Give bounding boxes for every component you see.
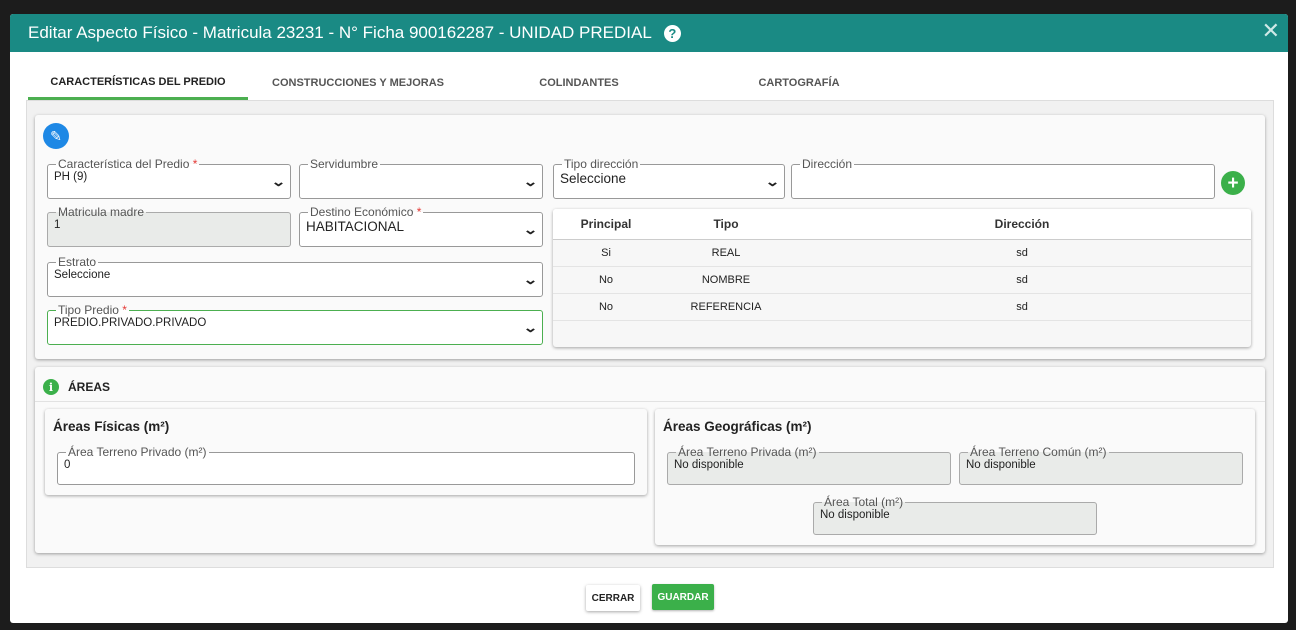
area-terreno-privado-label: Área Terreno Privado (m²) (68, 445, 207, 459)
chevron-down-icon: ⌄ (522, 222, 539, 237)
area-terreno-comun-value: No disponible (966, 459, 1036, 471)
table-row[interactable]: Si REAL sd (553, 239, 1251, 267)
direccion-value (796, 169, 1210, 171)
servidumbre-label: Servidumbre (310, 157, 379, 171)
matricula-madre-value: 1 (54, 219, 61, 231)
header-principal: Principal (553, 209, 659, 240)
area-total-value: No disponible (820, 509, 890, 521)
matricula-madre-label: Matricula madre (58, 205, 145, 219)
tipo-direccion-value: Seleccione (560, 171, 627, 186)
caracteristicas-card: ✎ Característica del Predio * PH (9) ⌄ S… (35, 115, 1265, 359)
tipo-predio-label: Tipo Predio (58, 303, 119, 317)
cell-principal: Si (553, 239, 659, 267)
caracteristica-select[interactable]: Característica del Predio * PH (9) ⌄ (47, 157, 291, 199)
cell-tipo: REFERENCIA (659, 293, 793, 321)
tipo-predio-select[interactable]: Tipo Predio * PREDIO.PRIVADO.PRIVADO ⌄ (47, 303, 543, 345)
area-total-label: Área Total (m²) (824, 495, 904, 509)
area-terreno-privada-label: Área Terreno Privada (m²) (678, 445, 817, 459)
address-table-card: Principal Tipo Dirección Si REAL sd No N… (553, 209, 1251, 347)
chevron-down-icon: ⌄ (764, 174, 781, 189)
servidumbre-select[interactable]: Servidumbre ⌄ (299, 157, 543, 199)
header-direccion: Dirección (793, 209, 1251, 240)
add-address-button[interactable]: + (1221, 171, 1245, 195)
tipo-direccion-select[interactable]: Tipo dirección Seleccione ⌄ (553, 157, 785, 199)
edit-modal: Editar Aspecto Físico - Matricula 23231 … (10, 14, 1288, 623)
close-button[interactable]: CERRAR (586, 585, 640, 611)
areas-fisicas-card: Áreas Físicas (m²) Área Terreno Privado … (45, 409, 647, 495)
direccion-label: Dirección (802, 157, 853, 171)
area-total-field: Área Total (m²) No disponible (813, 495, 1097, 535)
destino-select[interactable]: Destino Económico * HABITACIONAL ⌄ (299, 205, 543, 247)
info-icon: i (43, 379, 59, 395)
chevron-down-icon: ⌄ (270, 174, 287, 189)
cell-direccion: sd (793, 293, 1251, 321)
areas-geograficas-card: Áreas Geográficas (m²) Área Terreno Priv… (655, 409, 1255, 545)
modal-title: Editar Aspecto Físico - Matricula 23231 … (28, 23, 652, 42)
area-terreno-privada-value: No disponible (674, 459, 744, 471)
destino-value: HABITACIONAL (306, 219, 405, 234)
tab-content: ✎ Característica del Predio * PH (9) ⌄ S… (26, 100, 1274, 568)
cell-tipo: REAL (659, 239, 793, 267)
required-marker: * (122, 303, 127, 317)
chevron-down-icon: ⌄ (522, 272, 539, 287)
cell-principal: No (553, 293, 659, 321)
areas-fisicas-title: Áreas Físicas (m²) (53, 419, 170, 434)
tipo-predio-value: PREDIO.PRIVADO.PRIVADO (54, 317, 207, 329)
tab-colindantes[interactable]: COLINDANTES (468, 66, 690, 100)
address-table: Principal Tipo Dirección Si REAL sd No N… (553, 209, 1251, 321)
divider (35, 401, 1265, 402)
cell-direccion: sd (793, 239, 1251, 267)
estrato-value: Seleccione (54, 269, 111, 281)
help-icon[interactable]: ? (663, 24, 681, 42)
edit-button[interactable]: ✎ (43, 123, 69, 149)
area-terreno-privado-input[interactable]: Área Terreno Privado (m²) 0 (57, 445, 635, 485)
areas-card: i ÁREAS Áreas Físicas (m²) Área Terreno … (35, 367, 1265, 553)
header-tipo: Tipo (659, 209, 793, 240)
area-terreno-privada-field: Área Terreno Privada (m²) No disponible (667, 445, 951, 485)
tab-caracteristicas[interactable]: CARACTERÍSTICAS DEL PREDIO (28, 66, 248, 100)
required-marker: * (416, 205, 422, 219)
chevron-down-icon: ⌄ (522, 320, 539, 335)
tab-bar: CARACTERÍSTICAS DEL PREDIO CONSTRUCCIONE… (28, 66, 1274, 100)
tab-construcciones[interactable]: CONSTRUCCIONES Y MEJORAS (248, 66, 468, 100)
close-icon[interactable]: ✕ (1262, 18, 1280, 44)
caracteristica-label: Característica del Predio (58, 157, 190, 171)
direccion-input[interactable]: Dirección (791, 157, 1215, 199)
estrato-label: Estrato (58, 255, 97, 269)
chevron-down-icon: ⌄ (522, 174, 539, 189)
tab-cartografia[interactable]: CARTOGRAFÍA (690, 66, 908, 100)
tipo-direccion-label: Tipo dirección (564, 157, 639, 171)
table-header-row: Principal Tipo Dirección (553, 209, 1251, 240)
table-row[interactable]: No NOMBRE sd (553, 266, 1251, 294)
plus-icon: + (1227, 172, 1239, 194)
destino-label: Destino Económico (310, 205, 414, 219)
required-marker: * (192, 157, 198, 171)
area-terreno-comun-field: Área Terreno Común (m²) No disponible (959, 445, 1243, 485)
area-terreno-privado-value: 0 (64, 459, 71, 471)
area-terreno-comun-label: Área Terreno Común (m²) (970, 445, 1107, 459)
cell-direccion: sd (793, 266, 1251, 294)
caracteristica-value: PH (9) (54, 171, 88, 183)
modal-header: Editar Aspecto Físico - Matricula 23231 … (10, 14, 1288, 52)
pencil-icon: ✎ (50, 127, 62, 144)
areas-title: ÁREAS (68, 380, 111, 394)
save-button[interactable]: GUARDAR (652, 584, 714, 610)
matricula-madre-field: Matricula madre 1 (47, 205, 291, 247)
table-row[interactable]: No REFERENCIA sd (553, 293, 1251, 321)
areas-geograficas-title: Áreas Geográficas (m²) (663, 419, 812, 434)
cell-principal: No (553, 266, 659, 294)
estrato-select[interactable]: Estrato Seleccione ⌄ (47, 255, 543, 297)
areas-section-title: i ÁREAS (43, 379, 110, 395)
cell-tipo: NOMBRE (659, 266, 793, 294)
